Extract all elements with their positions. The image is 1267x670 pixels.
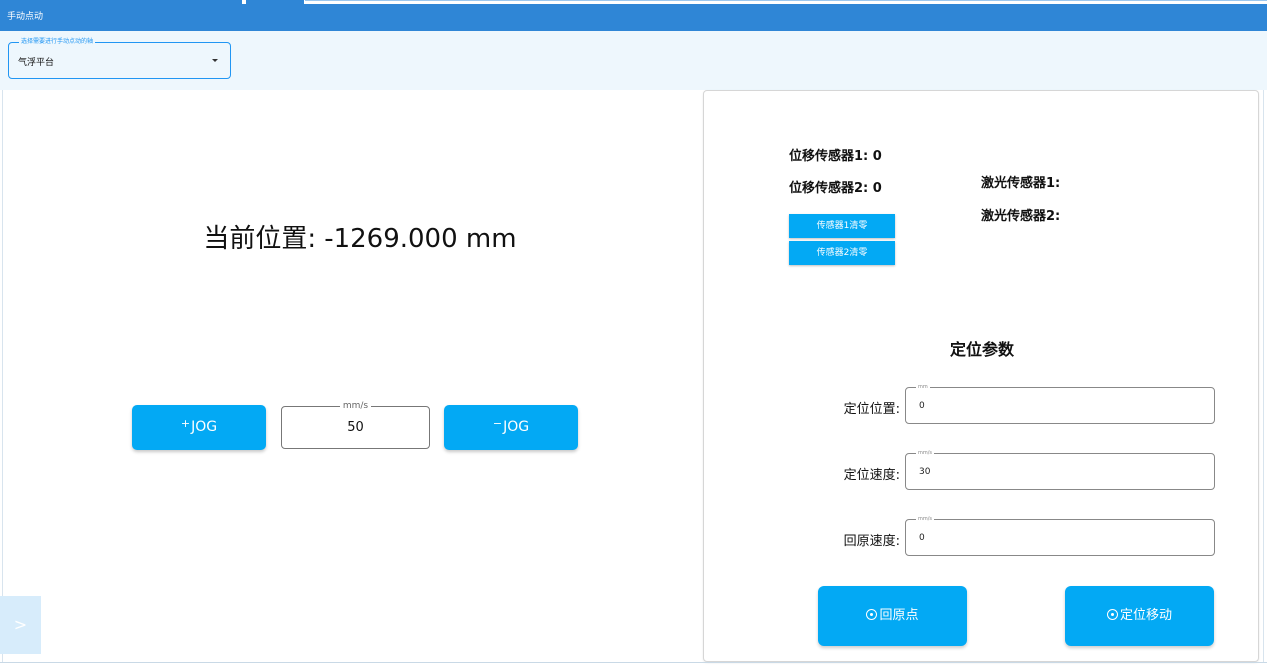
position-target-unit: mm: [916, 383, 930, 391]
jog-plus-button[interactable]: +JOG: [132, 405, 266, 450]
current-position-value: -1269.000: [324, 224, 458, 254]
home-speed-label: 回原速度:: [843, 534, 900, 549]
home-speed-unit: mm/s: [916, 515, 935, 523]
position-move-button-label: 定位移动: [1119, 608, 1172, 623]
home-button-label: 回原点: [879, 608, 919, 623]
position-move-button[interactable]: 定位移动: [1065, 586, 1214, 646]
displacement-sensor-2: 位移传感器2: 0: [789, 181, 882, 196]
position-target-input[interactable]: mm 0: [905, 383, 1215, 424]
displacement-sensor-1: 位移传感器1: 0: [789, 149, 882, 164]
side-panel-toggle[interactable]: >: [0, 596, 41, 654]
laser-sensor-2: 激光传感器2:: [981, 209, 1061, 224]
current-position-unit: mm: [465, 224, 517, 254]
target-icon: [866, 609, 878, 620]
jog-speed-value: 50: [347, 420, 364, 435]
position-speed-label: 定位速度:: [843, 468, 900, 483]
target-icon: [1106, 609, 1118, 620]
position-speed-input[interactable]: mm/s 30: [905, 449, 1215, 490]
divider: [0, 662, 1267, 663]
chevron-right-icon: >: [13, 615, 28, 634]
jog-minus-button[interactable]: −JOG: [444, 405, 578, 450]
laser-sensor-1: 激光传感器1:: [981, 176, 1061, 191]
home-speed-input[interactable]: mm/s 0: [905, 515, 1215, 556]
home-button[interactable]: 回原点: [818, 586, 967, 646]
jog-panel: [8, 90, 702, 662]
current-position-readout: 当前位置: -1269.000 mm: [160, 218, 560, 255]
position-speed-unit: mm/s: [916, 449, 935, 457]
axis-select-legend: 选择需要进行手动点动的轴: [19, 37, 96, 46]
jog-plus-label: JOG: [191, 419, 218, 435]
jog-minus-label: JOG: [503, 419, 530, 435]
home-speed-value: 0: [919, 533, 925, 543]
divider: [2, 90, 3, 663]
jog-speed-input[interactable]: mm/s 50: [281, 401, 430, 449]
jog-speed-unit: mm/s: [282, 401, 429, 412]
plus-icon: +: [180, 417, 191, 430]
position-speed-value: 30: [919, 467, 931, 477]
current-position-label: 当前位置:: [203, 224, 317, 254]
position-target-value: 0: [919, 401, 925, 411]
positioning-params-title: 定位参数: [949, 340, 1014, 359]
minus-icon: −: [492, 417, 503, 430]
chevron-down-icon: [212, 59, 218, 62]
sensor-2-zero-button[interactable]: 传感器2清零: [789, 241, 895, 265]
page-title: 手动点动: [7, 12, 44, 22]
position-target-label: 定位位置:: [843, 402, 900, 417]
sensor-1-zero-button[interactable]: 传感器1清零: [789, 214, 895, 238]
divider: [1263, 90, 1264, 663]
axis-select-value: 气浮平台: [18, 58, 55, 68]
axis-select[interactable]: 选择需要进行手动点动的轴 气浮平台: [8, 37, 231, 79]
page-header: 手动点动: [0, 4, 1267, 31]
